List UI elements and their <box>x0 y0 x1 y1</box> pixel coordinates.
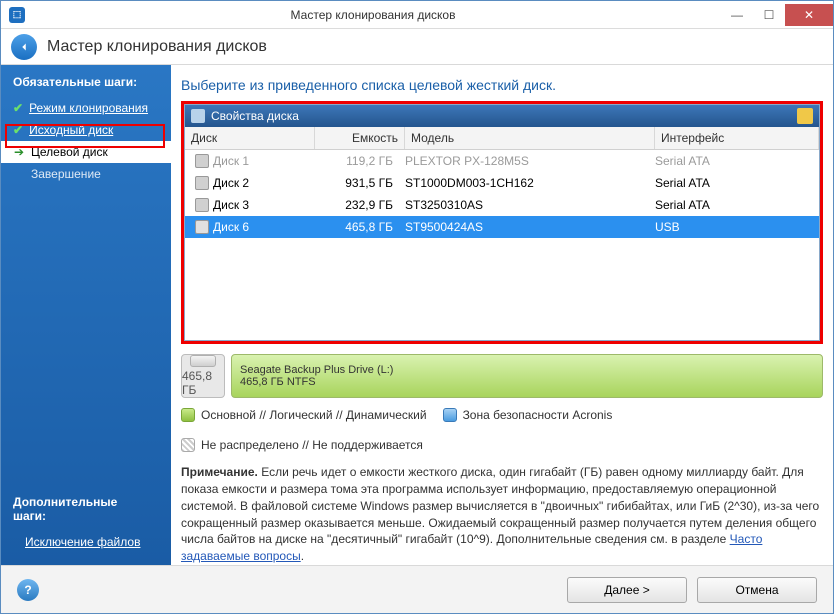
cell-disk: Диск 2 <box>213 176 249 190</box>
extra-steps-heading: Дополнительные шаги: <box>13 495 159 531</box>
disk-properties-panel: Свойства диска Диск Емкость Модель Интер… <box>184 104 820 341</box>
cell-model: PLEXTOR PX-128M5S <box>399 152 649 170</box>
col-disk[interactable]: Диск <box>185 127 315 149</box>
cell-capacity: 931,5 ГБ <box>309 174 399 192</box>
wizard-title: Мастер клонирования дисков <box>47 38 267 56</box>
disk-icon <box>195 176 209 190</box>
sidebar-item-step-0[interactable]: ✔ Режим клонирования <box>1 97 171 119</box>
note-text: Примечание. Если речь идет о емкости жес… <box>181 464 823 565</box>
legend-primary: Основной // Логический // Динамический <box>201 408 427 422</box>
titlebar: ⬚ Мастер клонирования дисков — ☐ ✕ <box>1 1 833 29</box>
drive-size-label: 465,8 ГБ <box>182 369 224 397</box>
sidebar-item-label: Целевой диск <box>31 145 108 159</box>
sidebar-item-label: Исходный диск <box>29 123 113 137</box>
partition-bar[interactable]: Seagate Backup Plus Drive (L:) 465,8 ГБ … <box>231 354 823 398</box>
legend-unalloc: Не распределено // Не поддерживается <box>201 438 423 452</box>
note-label: Примечание. <box>181 465 258 479</box>
help-button[interactable]: ? <box>17 579 39 601</box>
check-icon: ✔ <box>13 101 23 115</box>
drive-detail: 465,8 ГБ NTFS <box>240 376 814 388</box>
drive-preview: 465,8 ГБ Seagate Backup Plus Drive (L:) … <box>181 354 823 398</box>
table-row[interactable]: Диск 1 119,2 ГБ PLEXTOR PX-128M5SSerial A… <box>185 150 819 172</box>
wizard-header: Мастер клонирования дисков <box>1 29 833 65</box>
cell-disk: Диск 6 <box>213 220 249 234</box>
col-model[interactable]: Модель <box>405 127 655 149</box>
disk-icon <box>195 154 209 168</box>
cell-capacity: 119,2 ГБ <box>309 152 399 170</box>
cell-disk: Диск 3 <box>213 198 249 212</box>
close-button[interactable]: ✕ <box>785 4 833 26</box>
legend-zone-icon <box>443 408 457 422</box>
highlight-frame: Свойства диска Диск Емкость Модель Интер… <box>181 101 823 344</box>
window-controls: — ☐ ✕ <box>721 4 833 26</box>
table-row[interactable]: Диск 3 232,9 ГБ ST3250310ASSerial ATA <box>185 194 819 216</box>
cell-capacity: 232,9 ГБ <box>309 196 399 214</box>
legend: Основной // Логический // Динамический З… <box>181 408 823 452</box>
sidebar-item-label: Исключение файлов <box>25 535 140 549</box>
panel-title: Свойства диска <box>211 109 299 123</box>
panel-header: Свойства диска <box>185 105 819 127</box>
cell-model: ST3250310AS <box>399 196 649 214</box>
arrow-left-icon <box>17 40 31 54</box>
col-capacity[interactable]: Емкость <box>315 127 405 149</box>
back-button[interactable] <box>11 34 37 60</box>
disk-list: Диск 1119,2 ГБ PLEXTOR PX-128M5SSerial A… <box>185 150 819 340</box>
disk-icon <box>195 198 209 212</box>
sidebar-item-step-1[interactable]: ✔ Исходный диск <box>1 119 171 141</box>
legend-unalloc-icon <box>181 438 195 452</box>
cell-model: ST9500424AS <box>399 218 649 236</box>
disk-icon <box>195 220 209 234</box>
cancel-button[interactable]: Отмена <box>697 577 817 603</box>
main-area: Выберите из приведенного списка целевой … <box>171 65 833 565</box>
cell-disk: Диск 1 <box>213 154 249 168</box>
cell-interface: USB <box>649 218 819 236</box>
minimize-button[interactable]: — <box>721 4 753 26</box>
table-header: Диск Емкость Модель Интерфейс <box>185 127 819 150</box>
page-title: Выберите из приведенного списка целевой … <box>181 77 823 93</box>
cell-interface: Serial ATA <box>649 196 819 214</box>
maximize-button[interactable]: ☐ <box>753 4 785 26</box>
footer: ? Далее > Отмена <box>1 565 833 613</box>
drive-icon: 465,8 ГБ <box>181 354 225 398</box>
next-button[interactable]: Далее > <box>567 577 687 603</box>
cell-interface: Serial ATA <box>649 174 819 192</box>
required-steps-heading: Обязательные шаги: <box>1 75 171 97</box>
edit-icon[interactable] <box>797 108 813 124</box>
legend-zone: Зона безопасности Acronis <box>463 408 613 422</box>
note-body: Если речь идет о емкости жесткого диска,… <box>181 465 819 546</box>
sidebar-item-label: Режим клонирования <box>29 101 148 115</box>
cell-interface: Serial ATA <box>649 152 819 170</box>
disk-icon <box>191 109 205 123</box>
table-row[interactable]: Диск 2 931,5 ГБ ST1000DM003-1CH162Serial … <box>185 172 819 194</box>
app-icon: ⬚ <box>9 7 25 23</box>
drive-name: Seagate Backup Plus Drive (L:) <box>240 364 814 376</box>
legend-primary-icon <box>181 408 195 422</box>
col-interface[interactable]: Интерфейс <box>655 127 819 149</box>
arrow-right-icon: ➔ <box>13 146 25 158</box>
sidebar-item-step-3[interactable]: Завершение <box>1 163 171 185</box>
sidebar-item-exclude-files[interactable]: Исключение файлов <box>13 531 159 553</box>
sidebar-item-label: Завершение <box>31 167 101 181</box>
cell-capacity: 465,8 ГБ <box>309 218 399 236</box>
table-row[interactable]: Диск 6 465,8 ГБ ST9500424ASUSB <box>185 216 819 238</box>
cell-model: ST1000DM003-1CH162 <box>399 174 649 192</box>
steps-sidebar: Обязательные шаги: ✔ Режим клонирования ✔ И… <box>1 65 171 565</box>
sidebar-item-step-2[interactable]: ➔ Целевой диск <box>1 141 171 163</box>
window-title: Мастер клонирования дисков <box>25 8 721 22</box>
check-icon: ✔ <box>13 123 23 137</box>
